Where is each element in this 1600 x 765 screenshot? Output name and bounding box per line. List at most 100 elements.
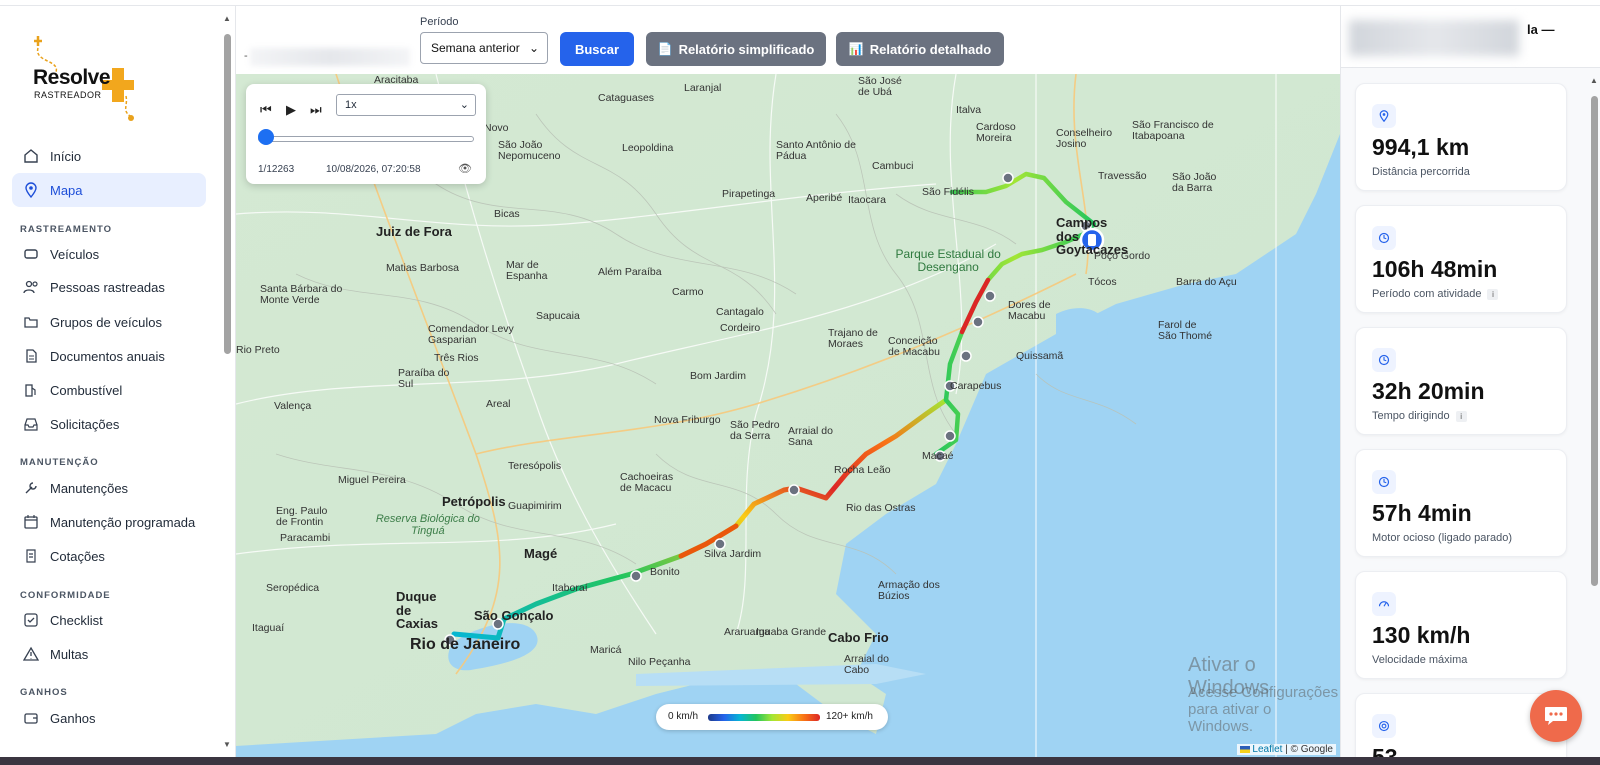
eye-icon[interactable]: 👁 bbox=[458, 162, 472, 175]
period-label: Período bbox=[420, 16, 459, 28]
section-label-rastreamento: RASTREAMENTO bbox=[20, 224, 113, 235]
sidebar-item-grupos-de-veiculos[interactable]: Grupos de veículos bbox=[12, 305, 206, 339]
skip-back-icon[interactable]: ⏮ bbox=[260, 102, 272, 118]
sidebar-item-solicitacoes[interactable]: Solicitações bbox=[12, 407, 206, 441]
scroll-up-arrow-icon[interactable]: ▲ bbox=[1589, 76, 1599, 85]
route-stop-marker[interactable] bbox=[1002, 172, 1014, 184]
playback-slider-track[interactable] bbox=[258, 136, 474, 142]
checklist-icon bbox=[22, 611, 40, 629]
playback-speed-select[interactable]: 1x ⌄ bbox=[336, 94, 476, 116]
city-label: Cordeiro bbox=[720, 322, 761, 334]
google-attribution: | © Google bbox=[1285, 744, 1333, 755]
detailed-report-button[interactable]: 📊 Relatório detalhado bbox=[836, 32, 1004, 66]
city-label: Trajano de Moraes bbox=[828, 327, 878, 351]
info-icon[interactable]: i bbox=[1455, 411, 1467, 422]
city-label: Santa Bárbara do Monte Verde bbox=[260, 283, 343, 307]
summary-card-label-text: Velocidade máxima bbox=[1372, 654, 1468, 666]
vehicle-title-blurred bbox=[1349, 20, 1519, 56]
city-label: Conceição de Macabu bbox=[888, 335, 940, 359]
bar-chart-icon: 📊 bbox=[848, 42, 864, 56]
chevron-down-icon: ⌄ bbox=[459, 99, 469, 111]
city-label: São Gonçalo bbox=[474, 608, 554, 623]
city-label: Aperibé bbox=[806, 192, 843, 204]
city-label: São José de Ubá bbox=[858, 75, 902, 99]
wrench-icon bbox=[22, 479, 40, 497]
city-label: Carapebus bbox=[950, 380, 1002, 392]
summary-card: 106h 48min Período com atividade i bbox=[1355, 205, 1567, 313]
ukraine-flag-icon bbox=[1239, 745, 1250, 753]
playback-slider-knob[interactable] bbox=[258, 129, 274, 145]
chat-button[interactable] bbox=[1530, 690, 1582, 742]
map[interactable]: Aracitaba Laranjal São José de Ubá Italva Ca… bbox=[236, 74, 1340, 757]
sidebar-item-manutencao-programada[interactable]: Manutenção programada bbox=[12, 505, 206, 539]
sidebar-scroll-thumb[interactable] bbox=[224, 34, 231, 354]
city-label: Valença bbox=[274, 400, 312, 412]
sidebar-item-multas[interactable]: Multas bbox=[12, 637, 206, 671]
summary-card-label-text: Tempo dirigindo bbox=[1372, 410, 1450, 422]
city-label: Armação dos Búzios bbox=[878, 579, 940, 603]
city-label: Nilo Peçanha bbox=[628, 656, 691, 668]
scroll-down-arrow-icon[interactable]: ▼ bbox=[222, 740, 232, 749]
section-label-ganhos: GANHOS bbox=[20, 687, 68, 698]
sidebar-scrollbar[interactable]: ▲ ▼ bbox=[222, 14, 232, 752]
city-label: Três Rios bbox=[434, 352, 479, 364]
route-stop-marker[interactable] bbox=[972, 316, 984, 328]
sidebar-item-checklist[interactable]: Checklist bbox=[12, 603, 206, 637]
leaflet-link[interactable]: Leaflet bbox=[1252, 744, 1282, 755]
route-stop-marker[interactable] bbox=[630, 570, 642, 582]
info-icon[interactable]: i bbox=[1487, 289, 1499, 300]
sidebar-item-manutencoes[interactable]: Manutenções bbox=[12, 471, 206, 505]
summary-card-label: Motor ocioso (ligado parado) bbox=[1372, 532, 1512, 544]
city-label: Laranjal bbox=[684, 82, 722, 94]
city-label: Seropédica bbox=[266, 582, 320, 594]
warning-icon bbox=[22, 645, 40, 663]
sidebar-item-veiculos[interactable]: Veículos bbox=[12, 237, 206, 271]
city-label: Rocha Leão bbox=[834, 464, 891, 476]
scroll-up-arrow-icon[interactable]: ▲ bbox=[222, 14, 232, 23]
sidebar-item-combustivel[interactable]: Combustível bbox=[12, 373, 206, 407]
summary-title-suffix: la — bbox=[1527, 22, 1555, 37]
sidebar-item-mapa[interactable]: Mapa bbox=[12, 173, 206, 207]
city-label: Silva Jardim bbox=[704, 548, 762, 560]
summary-card-value: 32h 20min bbox=[1372, 378, 1485, 404]
simple-report-button[interactable]: 📄 Relatório simplificado bbox=[646, 32, 826, 66]
sidebar-item-cotacoes[interactable]: Cotações bbox=[12, 539, 206, 573]
route-stop-marker[interactable] bbox=[960, 350, 972, 362]
route-stop-marker[interactable] bbox=[788, 484, 800, 496]
skip-forward-icon[interactable]: ⏭ bbox=[310, 102, 322, 118]
route-stop-marker[interactable] bbox=[944, 430, 956, 442]
summary-card-value: 130 km/h bbox=[1372, 622, 1471, 648]
search-button[interactable]: Buscar bbox=[560, 32, 634, 66]
quote-icon bbox=[22, 547, 40, 565]
summary-scroll-thumb[interactable] bbox=[1591, 96, 1598, 586]
document-icon bbox=[22, 347, 40, 365]
sidebar-item-label: Documentos anuais bbox=[50, 348, 165, 364]
sidebar-item-label: Ganhos bbox=[50, 710, 96, 726]
city-label: Magé bbox=[524, 546, 558, 561]
city-label: Rio Preto bbox=[236, 344, 280, 356]
city-label: Santo Antônio de Pádua bbox=[776, 139, 856, 163]
sidebar-item-inicio[interactable]: Início bbox=[12, 139, 206, 173]
summary-card-label: Tempo dirigindo i bbox=[1372, 410, 1467, 422]
clock-icon bbox=[1372, 348, 1396, 372]
period-select[interactable]: Semana anterior ⌄ bbox=[420, 32, 548, 64]
wallet-icon bbox=[22, 709, 40, 727]
sidebar-item-pessoas-rastreadas[interactable]: Pessoas rastreadas bbox=[12, 270, 206, 304]
city-label: Cataguases bbox=[598, 92, 655, 104]
sidebar-item-ganhos[interactable]: Ganhos bbox=[12, 701, 206, 735]
sidebar-item-label: Grupos de veículos bbox=[50, 314, 163, 330]
city-label: Miguel Pereira bbox=[338, 474, 406, 486]
target-icon bbox=[1372, 714, 1396, 738]
gauge-icon bbox=[1372, 592, 1396, 616]
route-stop-marker[interactable] bbox=[984, 290, 996, 302]
summary-card-label-text: Distância percorrida bbox=[1372, 166, 1470, 178]
summary-card-value: 53 bbox=[1372, 744, 1398, 757]
city-label: Juiz de Fora bbox=[376, 224, 452, 239]
city-label: Petrópolis bbox=[442, 494, 506, 509]
city-label: Tócos bbox=[1088, 276, 1117, 288]
summary-scrollbar[interactable]: ▲ bbox=[1589, 76, 1599, 756]
sidebar-item-documentos-anuais[interactable]: Documentos anuais bbox=[12, 339, 206, 373]
city-label: Reserva Biológica do Tinguá bbox=[375, 513, 480, 537]
play-icon[interactable]: ▶ bbox=[286, 102, 296, 118]
top-toolbar: - Período Semana anterior ⌄ Buscar 📄 Rel… bbox=[236, 6, 1340, 74]
